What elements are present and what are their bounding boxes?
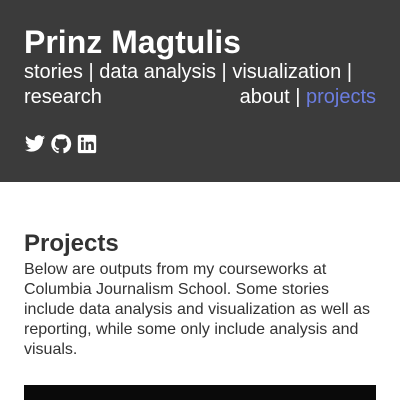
nav-separator: |: [346, 61, 353, 83]
nav-separator: |: [295, 86, 301, 108]
nav-link-data-analysis[interactable]: data analysis: [99, 61, 216, 83]
nav-link-stories[interactable]: stories: [24, 61, 83, 83]
nav-secondary: research about | projects: [24, 85, 376, 110]
social-links: [24, 133, 98, 155]
site-header: Prinz Magtulis stories | data analysis |…: [0, 0, 400, 182]
site-title[interactable]: Prinz Magtulis: [24, 22, 241, 62]
nav-separator: |: [88, 61, 94, 83]
nav-link-research[interactable]: research: [24, 86, 102, 108]
nav-right-group: about | projects: [240, 85, 376, 110]
nav-primary: stories | data analysis | visualization …: [24, 60, 352, 85]
nav-separator: |: [221, 61, 227, 83]
nav-link-visualization[interactable]: visualization: [232, 61, 341, 83]
page-description: Below are outputs from my courseworks at…: [24, 261, 370, 358]
nav-link-projects[interactable]: projects: [306, 86, 376, 108]
project-thumbnail[interactable]: [24, 385, 376, 400]
nav-link-about[interactable]: about: [240, 86, 290, 108]
linkedin-icon[interactable]: [76, 133, 98, 155]
github-icon[interactable]: [50, 133, 72, 155]
twitter-icon[interactable]: [24, 133, 46, 155]
page-title: Projects: [24, 230, 119, 257]
